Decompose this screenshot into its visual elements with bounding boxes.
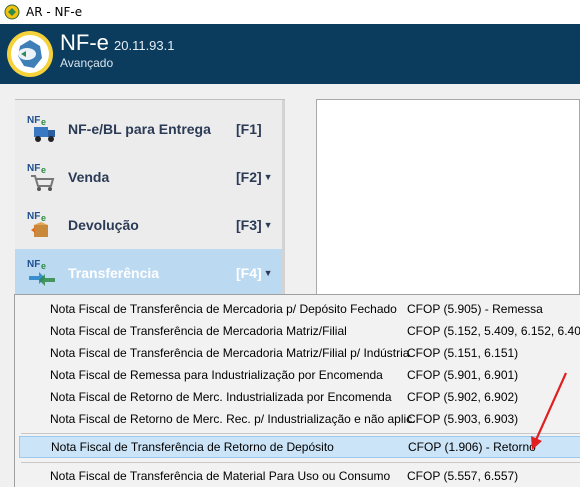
menu-item[interactable]: Nota Fiscal de Remessa para Industrializ… (15, 364, 580, 386)
svg-text:e: e (41, 213, 46, 223)
window-title: AR - NF-e (26, 5, 83, 19)
menu-item[interactable]: Nota Fiscal de Retorno de Merc. Rec. p/ … (15, 408, 580, 430)
sidebar-item-devolucao[interactable]: NF e Devolução [F3] ▼ (15, 201, 282, 249)
sidebar-panel: NF e NF-e/BL para Entrega [F1] NF e Vend… (15, 100, 282, 300)
svg-text:NF: NF (27, 115, 40, 126)
menu-separator (21, 462, 580, 463)
sidebar-item-label: Transferência (68, 265, 160, 281)
svg-text:e: e (41, 165, 46, 175)
menu-item-cfop: CFOP (5.903, 6.903) (407, 412, 519, 426)
menu-item-cfop: CFOP (5.905) - Remessa (407, 302, 543, 316)
shortcut-key: [F2] (236, 169, 262, 185)
app-header: NF-e 20.11.93.1 Avançado (0, 24, 580, 84)
shortcut-key: [F3] (236, 217, 262, 233)
app-name: NF-e (60, 30, 109, 55)
menu-item-label: Nota Fiscal de Transferência de Mercador… (50, 346, 410, 360)
menu-item-cfop: CFOP (5.151, 6.151) (407, 346, 519, 360)
sidebar-item-label: Venda (68, 169, 110, 185)
transfer-arrows-icon: NF e (27, 259, 55, 286)
content-panel (316, 99, 580, 299)
menu-item[interactable]: Nota Fiscal de Transferência de Material… (15, 465, 580, 487)
svg-text:NF: NF (27, 163, 40, 174)
svg-text:e: e (41, 117, 46, 127)
menu-item[interactable]: Nota Fiscal de Transferência de Mercador… (15, 320, 580, 342)
shortcut-key: [F4] (236, 265, 262, 281)
svg-text:NF: NF (27, 259, 40, 270)
menu-item-label: Nota Fiscal de Remessa para Industrializ… (50, 368, 383, 382)
menu-item[interactable]: Nota Fiscal de Retorno de Merc. Industri… (15, 386, 580, 408)
menu-item-cfop: CFOP (1.906) - Retorno (408, 440, 536, 454)
svg-text:e: e (41, 261, 46, 271)
menu-item-label: Nota Fiscal de Transferência de Retorno … (51, 440, 334, 454)
sidebar: NF e NF-e/BL para Entrega [F1] NF e Vend… (15, 99, 285, 300)
app-subtitle: Avançado (60, 56, 114, 70)
sidebar-item-label: Devolução (68, 217, 139, 233)
menu-item-label: Nota Fiscal de Retorno de Merc. Industri… (50, 390, 392, 404)
chevron-down-icon[interactable]: ▼ (264, 220, 273, 230)
sidebar-item-label: NF-e/BL para Entrega (68, 121, 211, 137)
menu-item-cfop: CFOP (5.902, 6.902) (407, 390, 519, 404)
menu-item-cfop: CFOP (5.557, 6.557) (407, 469, 519, 483)
sidebar-item-venda[interactable]: NF e Venda [F2] ▼ (15, 153, 282, 201)
sidebar-item-transferencia[interactable]: NF e Transferência [F4] ▼ (15, 249, 282, 297)
chevron-down-icon[interactable]: ▼ (264, 268, 273, 278)
shortcut-key: [F1] (236, 121, 262, 137)
sidebar-item-nfe-entrega[interactable]: NF e NF-e/BL para Entrega [F1] (15, 105, 282, 153)
nfe-logo (7, 31, 53, 77)
menu-item[interactable]: Nota Fiscal de Transferência de Mercador… (15, 342, 580, 364)
svg-text:NF: NF (27, 211, 40, 222)
menu-separator (21, 433, 580, 434)
chevron-down-icon[interactable]: ▼ (264, 172, 273, 182)
menu-item-label: Nota Fiscal de Transferência de Mercador… (50, 324, 347, 338)
menu-item-label: Nota Fiscal de Transferência de Mercador… (50, 302, 397, 316)
app-version: 20.11.93.1 (114, 38, 175, 53)
menu-item-label: Nota Fiscal de Transferência de Material… (50, 469, 391, 483)
nfe-truck-icon: NF e (27, 115, 55, 142)
menu-item-cfop: CFOP (5.152, 5.409, 6.152, 6.409) (407, 324, 580, 338)
menu-item-highlighted[interactable]: Nota Fiscal de Transferência de Retorno … (19, 436, 580, 458)
menu-item-label: Nota Fiscal de Retorno de Merc. Rec. p/ … (50, 412, 416, 426)
menu-item-cfop: CFOP (5.901, 6.901) (407, 368, 519, 382)
return-box-icon: NF e (27, 211, 48, 237)
app-icon (4, 4, 20, 20)
cart-icon: NF e (27, 163, 55, 191)
menu-item[interactable]: Nota Fiscal de Transferência de Mercador… (15, 298, 580, 320)
transfer-dropdown-menu: Nota Fiscal de Transferência de Mercador… (14, 294, 580, 487)
title-bar: AR - NF-e (0, 0, 580, 24)
